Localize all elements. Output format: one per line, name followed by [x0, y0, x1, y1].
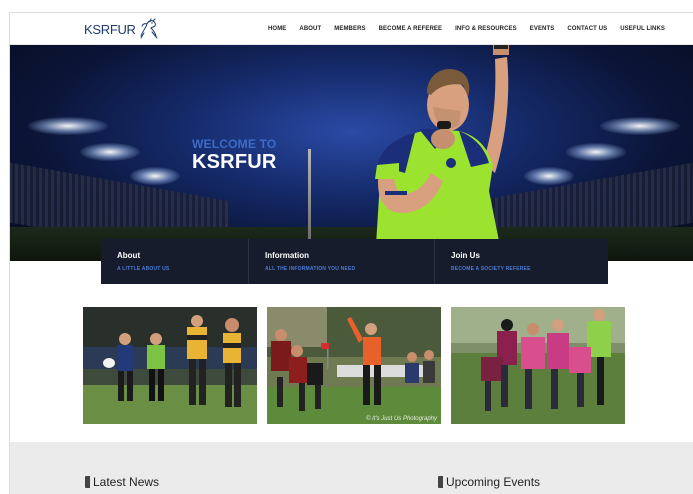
pilcrow-icon — [85, 476, 90, 488]
photo-watermark: © It's Just Us Photography — [366, 416, 437, 422]
page: KSRFUR HOME ABOUT MEMBERS BECOME A REFER… — [9, 12, 693, 494]
stadium-light — [600, 117, 680, 135]
goal-post — [308, 149, 311, 245]
info-about[interactable]: About A LITTLE ABOUT US — [101, 239, 249, 284]
stadium-light — [28, 117, 108, 135]
upcoming-events-title: Upcoming Events — [446, 475, 541, 489]
upcoming-events-heading: Upcoming Events — [438, 475, 540, 489]
logo-text: KSRFUR — [84, 21, 136, 37]
nav-contact-us[interactable]: CONTACT US — [567, 26, 607, 32]
info-information-title: Information — [265, 251, 309, 260]
nav-members[interactable]: MEMBERS — [334, 26, 365, 32]
hero-title: KSRFUR — [192, 151, 277, 173]
info-information[interactable]: Information ALL THE INFORMATION YOU NEED — [249, 239, 435, 284]
site-header: KSRFUR HOME ABOUT MEMBERS BECOME A REFER… — [10, 13, 693, 45]
info-bar: About A LITTLE ABOUT US Information ALL … — [101, 239, 608, 284]
nav-useful-links[interactable]: USEFUL LINKS — [620, 26, 665, 32]
hero-welcome-label: WELCOME TO — [192, 137, 277, 151]
info-join-us[interactable]: Join Us BECOME A SOCIETY REFEREE — [435, 239, 608, 284]
photo-rugby-match[interactable] — [83, 307, 257, 424]
info-information-link[interactable]: ALL THE INFORMATION YOU NEED — [265, 266, 434, 272]
site-logo[interactable]: KSRFUR — [84, 18, 160, 40]
rugby-match-image — [83, 307, 257, 424]
stadium-light — [80, 143, 140, 161]
nav-become-a-referee[interactable]: BECOME A REFEREE — [379, 26, 443, 32]
horse-logo-icon — [140, 18, 158, 39]
nav-home[interactable]: HOME — [268, 26, 286, 32]
info-about-title: About — [117, 251, 141, 260]
nav-info-resources[interactable]: INFO & RESOURCES — [455, 26, 517, 32]
info-join-us-title: Join Us — [451, 251, 480, 260]
stadium-light — [130, 167, 180, 185]
photo-womens-rugby[interactable] — [451, 307, 625, 424]
latest-news-title: Latest News — [93, 475, 160, 489]
info-about-link[interactable]: A LITTLE ABOUT US — [117, 266, 248, 272]
referee-image — [375, 45, 509, 261]
stadium-light — [524, 167, 574, 185]
stadium-light — [566, 143, 626, 161]
main-nav: HOME ABOUT MEMBERS BECOME A REFEREE INFO… — [268, 13, 678, 45]
nav-events[interactable]: EVENTS — [530, 26, 555, 32]
news-events-section: Latest News Upcoming Events — [10, 442, 693, 494]
referee-match-image — [267, 307, 441, 424]
latest-news-heading: Latest News — [85, 475, 159, 489]
pilcrow-icon — [438, 476, 443, 488]
womens-rugby-image — [451, 307, 625, 424]
nav-about[interactable]: ABOUT — [299, 26, 321, 32]
hero-banner: WELCOME TO KSRFUR — [10, 45, 693, 261]
info-join-us-link[interactable]: BECOME A SOCIETY REFEREE — [451, 266, 608, 272]
photo-referee-match[interactable]: © It's Just Us Photography — [267, 307, 441, 424]
